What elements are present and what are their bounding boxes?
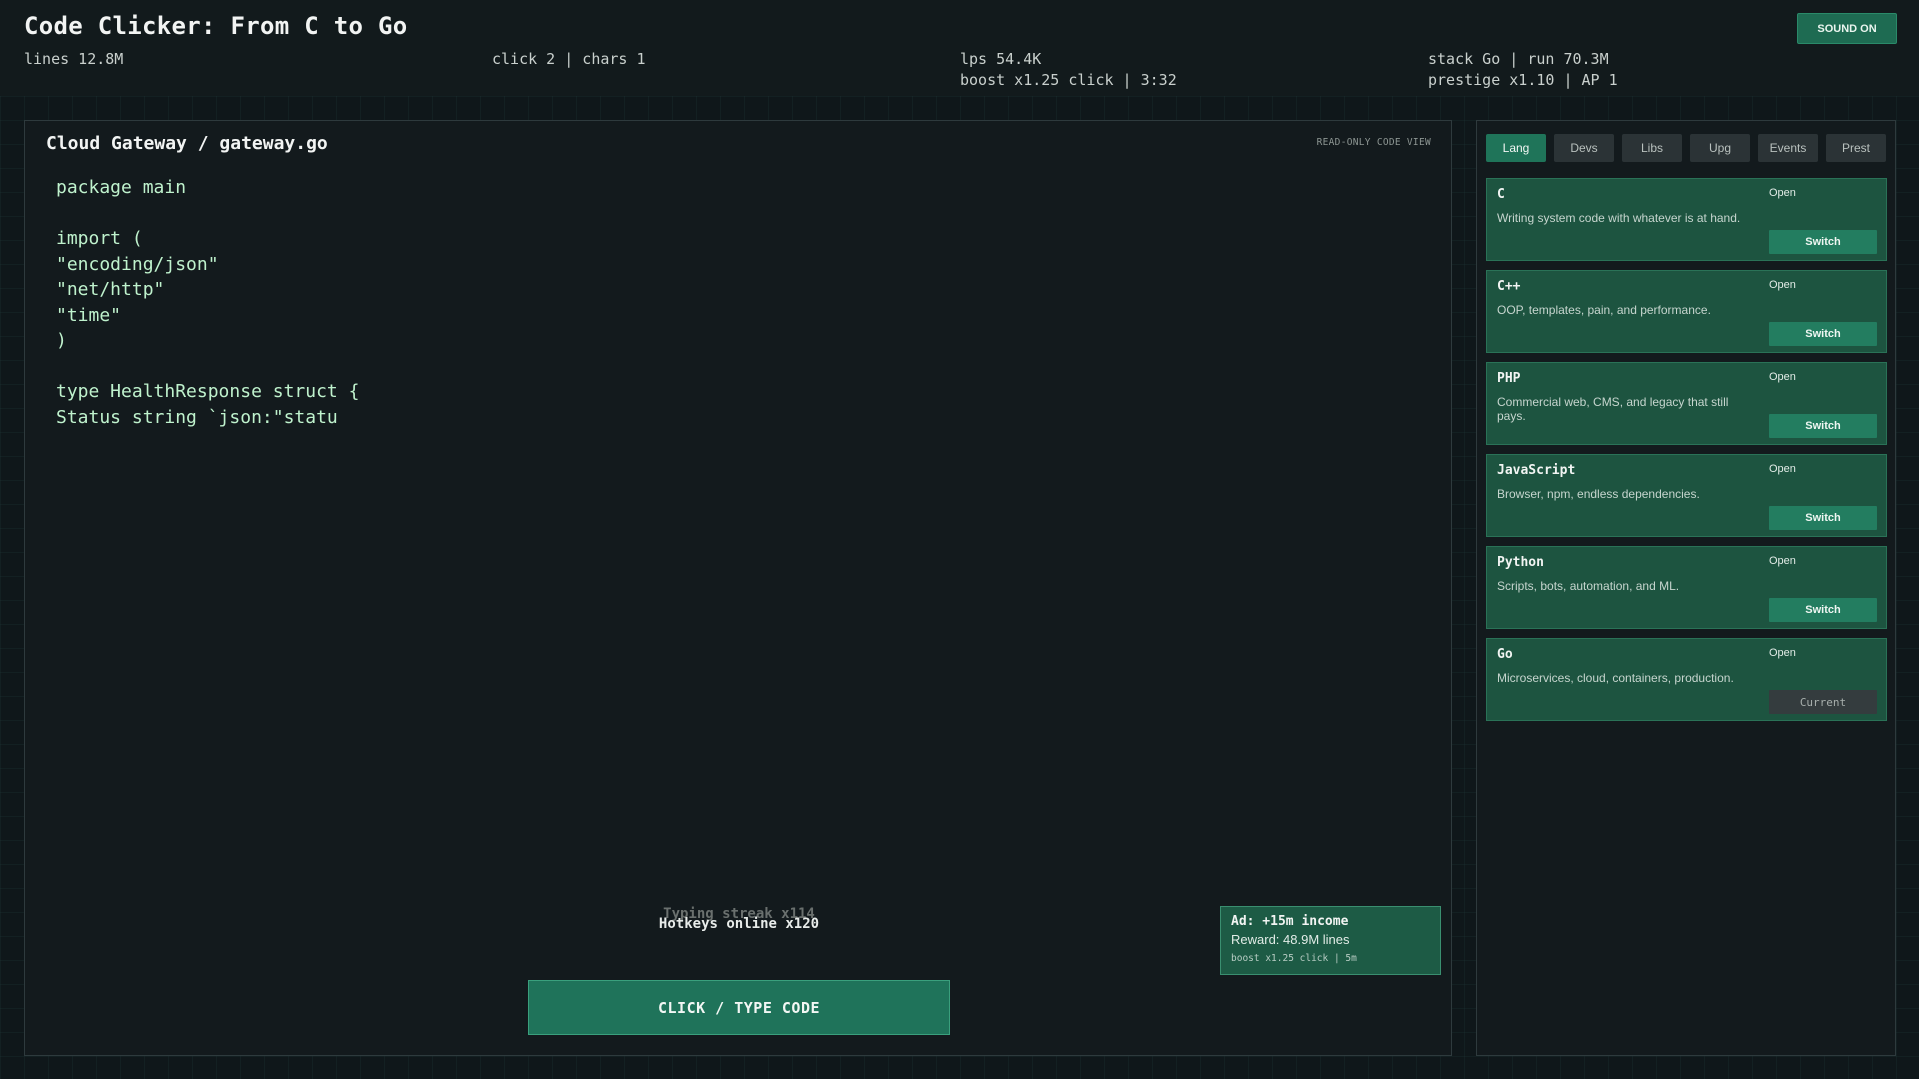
language-status: Open	[1769, 647, 1796, 659]
language-status: Open	[1769, 371, 1796, 383]
language-list: C Open Writing system code with whatever…	[1486, 178, 1887, 730]
switch-button-c[interactable]: Switch	[1769, 230, 1877, 254]
code-line: )	[56, 330, 67, 351]
code-line: package main	[56, 177, 187, 198]
boost-stat: boost x1.25 click | 3:32	[960, 71, 1177, 89]
code-line: "net/http"	[56, 279, 165, 300]
ad-reward: Reward: 48.9M lines	[1231, 932, 1350, 947]
tab-upg[interactable]: Upg	[1690, 134, 1750, 162]
lines-counter: lines 12.8M	[24, 50, 124, 68]
language-status: Open	[1769, 463, 1796, 475]
ad-title: Ad: +15m income	[1231, 914, 1349, 929]
switch-button-python[interactable]: Switch	[1769, 598, 1877, 622]
current-language-button: Current	[1769, 690, 1877, 714]
shop-panel: Lang Devs Libs Upg Events Prest C Open W…	[1476, 120, 1896, 1056]
language-name: PHP	[1497, 371, 1521, 386]
language-status: Open	[1769, 555, 1796, 567]
language-name: C++	[1497, 279, 1521, 294]
language-card-go: Go Open Microservices, cloud, containers…	[1486, 638, 1887, 721]
language-status: Open	[1769, 187, 1796, 199]
language-description: Browser, npm, endless dependencies.	[1497, 487, 1700, 501]
tab-prest[interactable]: Prest	[1826, 134, 1886, 162]
code-view: package main import ( "encoding/json" "n…	[56, 175, 359, 430]
language-card-python: Python Open Scripts, bots, automation, a…	[1486, 546, 1887, 629]
ad-boost-info: boost x1.25 click | 5m	[1231, 953, 1357, 964]
code-line: type HealthResponse struct {	[56, 381, 360, 402]
code-editor-panel: Cloud Gateway / gateway.go READ-ONLY COD…	[24, 120, 1452, 1056]
ad-offer[interactable]: Ad: +15m income Reward: 48.9M lines boos…	[1220, 906, 1441, 975]
lps-stat: lps 54.4K	[960, 50, 1042, 68]
code-line: Status string `json:"statu	[56, 406, 338, 428]
prestige-stat: prestige x1.10 | AP 1	[1428, 71, 1618, 89]
file-title: Cloud Gateway / gateway.go	[46, 133, 328, 154]
language-name: C	[1497, 187, 1505, 202]
shop-tabs: Lang Devs Libs Upg Events Prest	[1486, 134, 1886, 162]
stack-stat: stack Go | run 70.3M	[1428, 50, 1609, 68]
language-description: Commercial web, CMS, and legacy that sti…	[1497, 395, 1729, 423]
sound-toggle-button[interactable]: SOUND ON	[1797, 13, 1897, 44]
tab-devs[interactable]: Devs	[1554, 134, 1614, 162]
switch-button-javascript[interactable]: Switch	[1769, 506, 1877, 530]
top-bar: Code Clicker: From C to Go SOUND ON line…	[0, 0, 1919, 96]
language-name: JavaScript	[1497, 463, 1576, 478]
language-description: OOP, templates, pain, and performance.	[1497, 303, 1711, 317]
switch-button-php[interactable]: Switch	[1769, 414, 1877, 438]
code-line: import (	[56, 228, 143, 249]
code-line: "encoding/json"	[56, 253, 219, 275]
code-line: "time"	[56, 304, 122, 326]
click-stats: click 2 | chars 1	[492, 50, 646, 68]
language-name: Go	[1497, 647, 1513, 662]
tab-lang[interactable]: Lang	[1486, 134, 1546, 162]
language-description: Writing system code with whatever is at …	[1497, 211, 1741, 225]
language-status: Open	[1769, 279, 1796, 291]
app-title: Code Clicker: From C to Go	[24, 12, 408, 40]
tab-events[interactable]: Events	[1758, 134, 1818, 162]
language-description: Microservices, cloud, containers, produc…	[1497, 671, 1734, 685]
language-card-cpp: C++ Open OOP, templates, pain, and perfo…	[1486, 270, 1887, 353]
language-name: Python	[1497, 555, 1544, 570]
language-card-php: PHP Open Commercial web, CMS, and legacy…	[1486, 362, 1887, 445]
language-card-javascript: JavaScript Open Browser, npm, endless de…	[1486, 454, 1887, 537]
switch-button-cpp[interactable]: Switch	[1769, 322, 1877, 346]
language-description: Scripts, bots, automation, and ML.	[1497, 579, 1680, 593]
click-type-code-button[interactable]: CLICK / TYPE CODE	[528, 980, 950, 1035]
language-card-c: C Open Writing system code with whatever…	[1486, 178, 1887, 261]
readonly-label: READ-ONLY CODE VIEW	[1316, 137, 1431, 148]
tab-libs[interactable]: Libs	[1622, 134, 1682, 162]
